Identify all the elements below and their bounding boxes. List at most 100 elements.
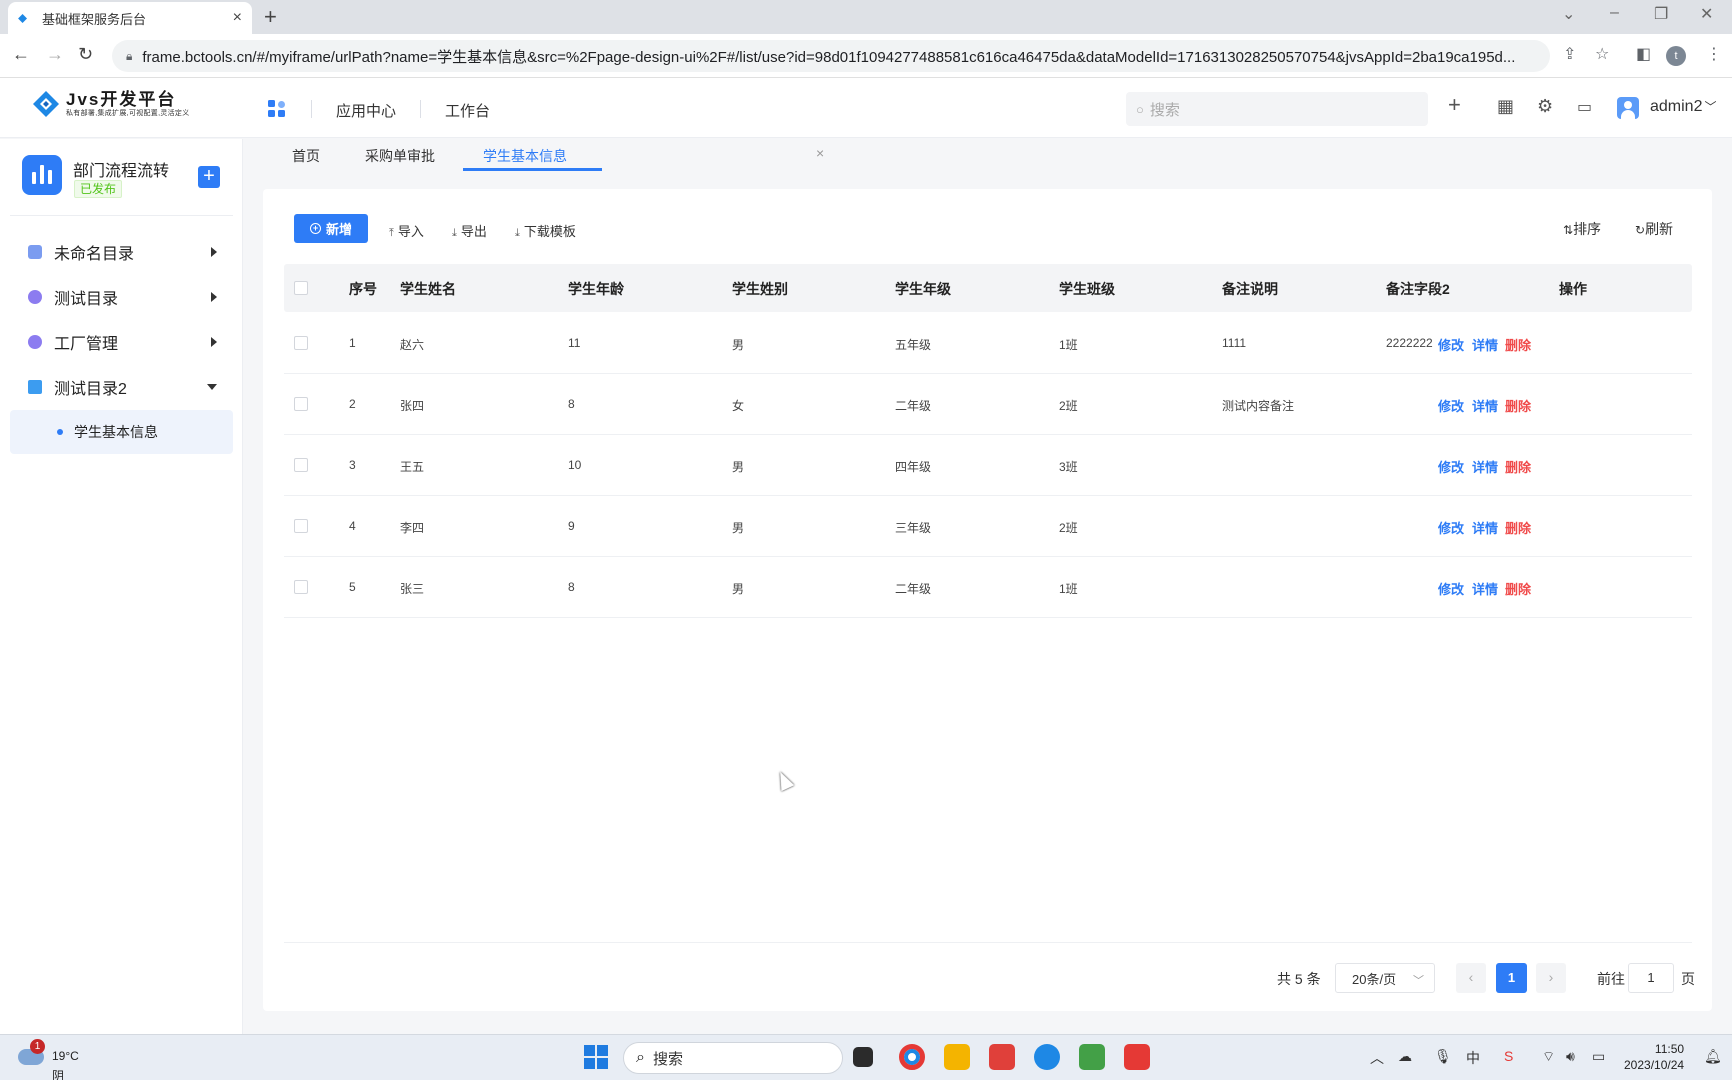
delete-button[interactable]: 删除 [1505,396,1531,415]
apps-grid-icon[interactable]: ▦ [1497,96,1514,117]
chevron-up-icon[interactable]: ︿ [1370,1048,1384,1068]
volume-icon[interactable]: 🔊︎ [1566,1048,1575,1065]
column-header[interactable]: 学生班级 [1059,279,1115,299]
task-view-icon[interactable] [853,1047,873,1067]
download-template-button[interactable]: ⤓ 下载模板 [515,221,576,240]
tab-student-info[interactable]: 学生基本信息 [483,146,567,166]
settings-gear-icon[interactable]: ⚙ [1537,96,1553,117]
row-checkbox[interactable] [294,580,308,594]
close-tab-icon[interactable]: × [233,9,242,27]
edit-button[interactable]: 修改 [1438,518,1464,537]
nav-workbench[interactable]: 工作台 [445,100,490,121]
bookmark-star-icon[interactable]: ☆ [1595,44,1609,64]
file-explorer-icon[interactable] [944,1044,970,1070]
wifi-icon[interactable]: ⌔ [1542,1048,1555,1066]
header-search-input[interactable]: ○ 搜索 [1126,92,1428,126]
ime-icon[interactable]: 中 [1466,1048,1480,1068]
restore-icon[interactable]: ❐ [1654,4,1668,24]
detail-button[interactable]: 详情 [1472,457,1498,476]
next-page-button[interactable]: › [1536,963,1566,993]
column-header[interactable]: 学生姓名 [400,279,456,299]
avatar[interactable] [1617,97,1639,119]
prev-page-button[interactable]: ‹ [1456,963,1486,993]
weather-widget[interactable]: 1 19°C 阴 [18,1039,79,1080]
detail-button[interactable]: 详情 [1472,396,1498,415]
share-icon[interactable]: ⇪ [1563,44,1576,64]
page-size-select[interactable]: 20条/页 ﹀ [1335,963,1435,993]
column-header[interactable]: 备注说明 [1222,279,1278,299]
green-app-icon[interactable] [1079,1044,1105,1070]
edit-button[interactable]: 修改 [1438,457,1464,476]
browser-menu-icon[interactable]: ⋮ [1706,44,1722,64]
detail-button[interactable]: 详情 [1472,579,1498,598]
add-menu-button[interactable]: + [198,166,220,188]
active-tab-indicator [463,168,602,171]
export-label: 导出 [460,224,487,239]
row-checkbox[interactable] [294,519,308,533]
new-tab-icon[interactable]: + [264,4,277,30]
tab-search-icon[interactable]: ⌄ [1562,4,1575,24]
red-app-icon[interactable] [989,1044,1015,1070]
page-number-current[interactable]: 1 [1496,963,1527,993]
battery-icon[interactable]: ▭ [1592,1048,1605,1065]
taskbar-search[interactable]: ⌕ 搜索 [623,1042,843,1074]
tray-app-icon[interactable]: S [1504,1048,1513,1064]
windows-start-icon[interactable] [583,1044,609,1070]
add-button[interactable]: + 新增 [294,214,368,243]
edge-icon[interactable] [1034,1044,1060,1070]
taskbar-search-label: 搜索 [652,1050,683,1068]
select-all-checkbox[interactable] [294,281,308,295]
app-grid-icon[interactable] [268,100,286,118]
nav-app-center[interactable]: 应用中心 [336,100,396,121]
goto-page-input[interactable]: 1 [1628,963,1674,993]
profile-icon[interactable]: t [1666,46,1686,66]
sidebar-item-student-info[interactable]: 学生基本信息 [10,410,233,454]
notification-bell-icon[interactable]: 🔔︎ [1704,1048,1722,1065]
plus-icon[interactable]: + [1448,92,1461,118]
detail-button[interactable]: 详情 [1472,518,1498,537]
tab-purchase-approval[interactable]: 采购单审批 [365,146,435,166]
user-menu[interactable]: admin2 ﹀ [1650,98,1717,116]
column-header[interactable]: 学生年龄 [568,279,624,299]
sidebar-item-unnamed-dir[interactable]: 未命名目录 [10,230,233,274]
minimize-icon[interactable]: – [1610,4,1619,22]
browser-tab[interactable]: ⬥ 基础框架服务后台 × [8,2,252,34]
sidebar-item-factory[interactable]: 工厂管理 [10,320,233,364]
delete-button[interactable]: 删除 [1505,457,1531,476]
window-close-icon[interactable]: ✕ [1700,4,1713,24]
delete-button[interactable]: 删除 [1505,518,1531,537]
table-cell: 1班 [1059,582,1078,596]
export-button[interactable]: ⤓ 导出 [452,221,487,240]
clock[interactable]: 11:50 2023/10/24 [1624,1041,1684,1073]
tab-home[interactable]: 首页 [292,146,320,166]
back-icon[interactable]: ← [12,44,30,65]
refresh-button[interactable]: ↻刷新 [1635,219,1673,239]
delete-button[interactable]: 删除 [1505,579,1531,598]
editor-app-icon[interactable] [1124,1044,1150,1070]
edit-button[interactable]: 修改 [1438,396,1464,415]
chrome-icon[interactable] [899,1044,925,1070]
detail-button[interactable]: 详情 [1472,335,1498,354]
row-checkbox[interactable] [294,458,308,472]
edit-button[interactable]: 修改 [1438,579,1464,598]
sidebar-item-test-dir2[interactable]: 测试目录2 [10,365,233,409]
column-header[interactable]: 学生年级 [895,279,951,299]
forward-icon[interactable]: → [46,44,64,65]
side-panel-icon[interactable]: ◧ [1636,44,1651,64]
edit-button[interactable]: 修改 [1438,335,1464,354]
reload-icon[interactable]: ↻ [78,44,93,65]
import-button[interactable]: ⤒ 导入 [389,221,424,240]
onedrive-icon[interactable]: ☁ [1398,1048,1412,1065]
row-checkbox[interactable] [294,397,308,411]
column-header[interactable]: 学生姓别 [732,279,788,299]
microphone-icon[interactable]: 🎙︎ [1434,1048,1452,1065]
row-checkbox[interactable] [294,336,308,350]
sidebar-item-test-dir[interactable]: 测试目录 [10,275,233,319]
column-header[interactable]: 备注字段2 [1386,279,1450,299]
delete-button[interactable]: 删除 [1505,335,1531,354]
message-icon[interactable]: ▭ [1577,97,1592,117]
table-cell: 男 [732,582,745,596]
sort-button[interactable]: ⇅排序 [1563,219,1601,239]
url-field[interactable]: 🔒︎ frame.bctools.cn/#/myiframe/urlPath?n… [112,40,1550,72]
close-tab-icon[interactable]: × [816,145,824,161]
